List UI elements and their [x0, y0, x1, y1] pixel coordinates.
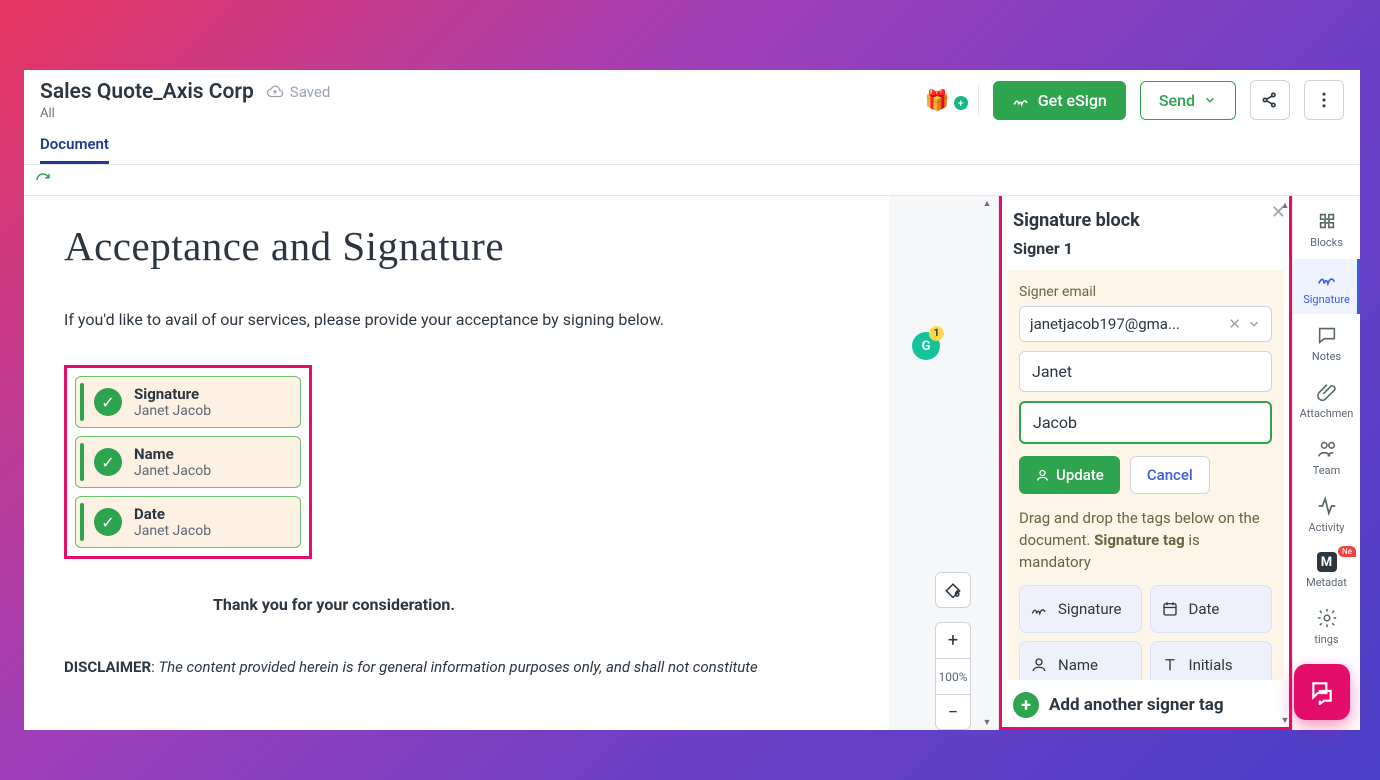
- send-button[interactable]: Send: [1140, 81, 1236, 120]
- tag-name[interactable]: Name: [1019, 641, 1142, 680]
- tag-date[interactable]: Date: [1150, 585, 1273, 633]
- scroll-up-icon[interactable]: ▲: [980, 198, 994, 209]
- doc-disclaimer: DISCLAIMER: The content provided herein …: [64, 658, 824, 676]
- chevron-down-icon[interactable]: [1247, 317, 1261, 331]
- block-label: Signature: [134, 385, 211, 403]
- cloud-icon: [266, 83, 284, 101]
- activity-icon: [1316, 495, 1338, 517]
- zoom-level: 100%: [935, 658, 971, 694]
- signature-block-date[interactable]: ✓ Date Janet Jacob: [75, 496, 301, 548]
- panel-title: Signature block: [999, 206, 1292, 239]
- metadata-icon: M: [1317, 552, 1337, 572]
- signature-panel: ✕ Signature block Signer 1 Signer email …: [998, 196, 1292, 730]
- fill-tool-button[interactable]: [935, 572, 971, 608]
- main: ▲ ▼ Acceptance and Signature If you'd li…: [24, 196, 1360, 730]
- signer-heading: Signer 1: [1013, 239, 1278, 258]
- document-title-text: Sales Quote_Axis Corp: [40, 80, 254, 104]
- doc-heading: Acceptance and Signature: [64, 222, 889, 270]
- tag-grid: Signature Date Name Initials: [1019, 585, 1272, 680]
- canvas-tools: + 100% −: [935, 572, 971, 730]
- document-canvas[interactable]: ▲ ▼ Acceptance and Signature If you'd li…: [24, 196, 998, 730]
- user-icon: [1030, 656, 1048, 674]
- rail-metadata[interactable]: Ne M Metadat: [1293, 544, 1360, 597]
- signature-blocks-highlight: ✓ Signature Janet Jacob ✓ Name Janet Jac…: [64, 365, 312, 559]
- rail-signature[interactable]: Signature: [1293, 259, 1360, 314]
- gear-icon: [1316, 607, 1338, 629]
- signature-block-name[interactable]: ✓ Name Janet Jacob: [75, 436, 301, 488]
- add-signer-button[interactable]: + Add another signer tag: [999, 680, 1292, 730]
- block-signer: Janet Jacob: [134, 523, 211, 539]
- signer-form: Signer email janetjacob197@gma... ✕ Upda…: [1007, 270, 1284, 680]
- chevron-down-icon: [1203, 93, 1217, 107]
- rail-settings[interactable]: tings: [1293, 599, 1360, 654]
- update-button[interactable]: Update: [1019, 456, 1120, 494]
- share-icon: [1260, 90, 1280, 110]
- topbar: Sales Quote_Axis Corp Saved All 🎁 Get eS…: [24, 70, 1360, 121]
- check-icon: ✓: [94, 508, 122, 536]
- last-name-input[interactable]: [1019, 401, 1272, 444]
- zoom-out-button[interactable]: −: [935, 694, 971, 730]
- email-value: janetjacob197@gma...: [1030, 315, 1222, 333]
- top-actions: 🎁 Get eSign Send: [925, 80, 1344, 120]
- paperclip-icon: [1316, 381, 1338, 403]
- grammarly-icon[interactable]: G: [912, 332, 940, 360]
- zoom-in-button[interactable]: +: [935, 622, 971, 658]
- puzzle-icon: [1316, 210, 1338, 232]
- more-vertical-icon: [1314, 90, 1334, 110]
- text-icon: [1161, 656, 1179, 674]
- paint-bucket-icon: [943, 580, 963, 600]
- rail-team[interactable]: Team: [1293, 430, 1360, 485]
- share-button[interactable]: [1250, 80, 1290, 120]
- get-esign-button[interactable]: Get eSign: [993, 81, 1126, 120]
- block-signer: Janet Jacob: [134, 403, 211, 419]
- chat-widget-button[interactable]: [1294, 664, 1350, 720]
- chat-icon: [1316, 324, 1338, 346]
- cancel-button[interactable]: Cancel: [1130, 456, 1210, 494]
- block-label: Date: [134, 505, 211, 523]
- tag-signature[interactable]: Signature: [1019, 585, 1142, 633]
- drag-hint: Drag and drop the tags below on the docu…: [1019, 508, 1272, 573]
- team-icon: [1316, 438, 1338, 460]
- document-page: Acceptance and Signature If you'd like t…: [24, 196, 889, 730]
- signature-icon: [1012, 91, 1030, 109]
- toolbar: [24, 165, 1360, 196]
- doc-intro: If you'd like to avail of our services, …: [64, 310, 889, 329]
- plus-icon: +: [1013, 692, 1039, 718]
- rail-notes[interactable]: Notes: [1293, 316, 1360, 371]
- check-icon: ✓: [94, 448, 122, 476]
- block-signer: Janet Jacob: [134, 463, 211, 479]
- divider: [978, 85, 979, 115]
- tag-initials[interactable]: Initials: [1150, 641, 1273, 680]
- refresh-icon[interactable]: [34, 171, 1350, 189]
- rail-blocks[interactable]: Blocks: [1293, 202, 1360, 257]
- app-window: Sales Quote_Axis Corp Saved All 🎁 Get eS…: [24, 70, 1360, 730]
- more-button[interactable]: [1304, 80, 1344, 120]
- email-label: Signer email: [1019, 284, 1272, 300]
- clear-email-icon[interactable]: ✕: [1228, 315, 1241, 333]
- calendar-icon: [1161, 600, 1179, 618]
- tab-document[interactable]: Document: [40, 127, 109, 164]
- first-name-input[interactable]: [1019, 351, 1272, 392]
- scroll-up-icon[interactable]: ▲: [1280, 200, 1290, 211]
- rail-activity[interactable]: Activity: [1293, 487, 1360, 542]
- new-badge: Ne: [1338, 546, 1356, 557]
- gift-icon[interactable]: 🎁: [925, 88, 950, 112]
- signature-icon: [1030, 600, 1048, 618]
- signer-email-select[interactable]: janetjacob197@gma... ✕: [1019, 306, 1272, 342]
- rail-attachments[interactable]: Attachmen: [1293, 373, 1360, 428]
- doc-thanks: Thank you for your consideration.: [64, 595, 604, 614]
- signature-block-signature[interactable]: ✓ Signature Janet Jacob: [75, 376, 301, 428]
- scroll-down-icon[interactable]: ▼: [1280, 715, 1290, 726]
- signature-icon: [1316, 267, 1338, 289]
- check-icon: ✓: [94, 388, 122, 416]
- chat-bubble-icon: [1309, 679, 1335, 705]
- saved-status: Saved: [266, 83, 331, 101]
- workspace-name[interactable]: All: [40, 106, 925, 121]
- block-label: Name: [134, 445, 211, 463]
- tabrow: Document: [24, 127, 1360, 165]
- document-title: Sales Quote_Axis Corp Saved: [40, 80, 925, 104]
- side-rail: Blocks Signature Notes Attachmen: [1292, 196, 1360, 730]
- scroll-down-icon[interactable]: ▼: [980, 717, 994, 728]
- user-icon: [1035, 468, 1050, 483]
